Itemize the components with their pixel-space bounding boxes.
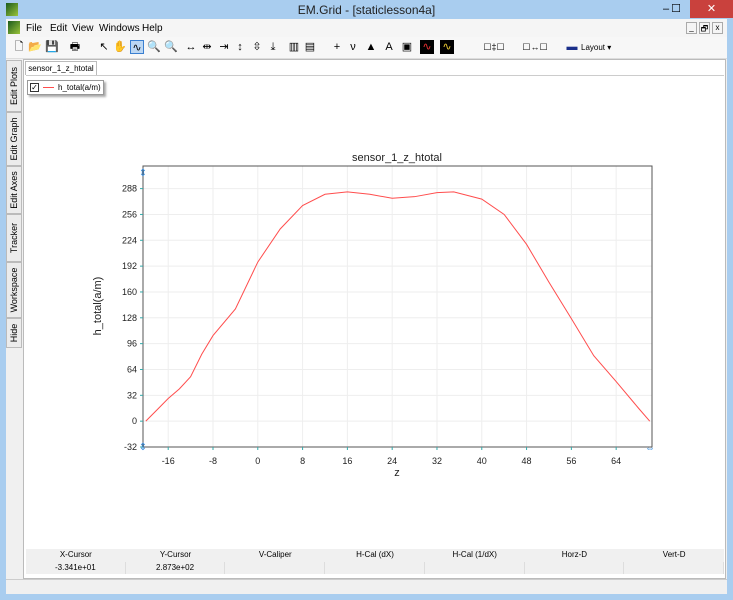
x-tick-label: -8 xyxy=(209,456,217,466)
y-tick-label: 288 xyxy=(122,184,137,194)
y-tick-label: 128 xyxy=(122,313,137,323)
series-line-h-total xyxy=(145,191,651,422)
side-tab-tracker[interactable]: Tracker xyxy=(6,214,22,262)
side-tab-label: Edit Graph xyxy=(9,117,19,161)
cursor-value-cell xyxy=(325,562,425,574)
side-tab-edit-axes[interactable]: Edit Axes xyxy=(6,166,22,214)
column-header: Y-Cursor xyxy=(159,550,192,559)
column-header: H-Cal (dX) xyxy=(356,550,394,559)
cursor-value-cell xyxy=(424,562,525,574)
x-tick-label: -16 xyxy=(162,456,175,466)
x-axis-label: z xyxy=(394,467,400,479)
x-tick-label: 0 xyxy=(255,456,260,466)
x-tick-label: 40 xyxy=(477,456,487,466)
side-tab-label: Hide xyxy=(9,323,19,343)
x-max-handle[interactable]: ⇔ xyxy=(645,443,655,454)
y-tick-label: 160 xyxy=(122,287,137,297)
y-tick-label: -32 xyxy=(124,442,137,452)
side-tab-workspace[interactable]: Workspace xyxy=(6,262,22,318)
side-tab-label: Edit Axes xyxy=(9,171,19,209)
x-tick-label: 32 xyxy=(432,456,442,466)
cursor-value-cell: 2.873e+02 xyxy=(125,562,226,574)
side-tab-hide[interactable]: Hide xyxy=(6,318,22,348)
cursor-value-cell xyxy=(225,562,326,574)
y-min-handle[interactable]: ⇕ xyxy=(139,442,147,453)
y-tick-label: 96 xyxy=(127,339,137,349)
x-tick-label: 16 xyxy=(342,456,352,466)
y-tick-label: 224 xyxy=(122,235,137,245)
side-tab-label: Edit Plots xyxy=(9,66,19,106)
chart: -16 -8 0 8 16 24 32 40 48 56 64 -32 0 32 64 96 128 160 192… xyxy=(92,152,655,479)
y-tick-label: 0 xyxy=(132,416,137,426)
status-bar xyxy=(6,579,727,594)
y-axis-label: h_total(a/m) xyxy=(92,277,104,336)
cursor-value-cell xyxy=(524,562,625,574)
column-header: Horz-D xyxy=(561,550,588,559)
y-max-handle[interactable]: ⇕ xyxy=(139,168,147,179)
chart-title: sensor_1_z_htotal xyxy=(352,152,442,164)
cursor-readout-table: X-Cursor -3.341e+01 Y-Cursor 2.873e+02 V-Cal… xyxy=(26,549,724,574)
x-tick-label: 8 xyxy=(300,456,305,466)
x-tick-label: 56 xyxy=(566,456,576,466)
plot-frame xyxy=(142,165,653,448)
x-tick-label: 24 xyxy=(387,456,397,466)
side-tab-edit-graph[interactable]: Edit Graph xyxy=(6,112,22,166)
column-header: X-Cursor xyxy=(59,550,92,559)
y-tick-label: 64 xyxy=(127,364,137,374)
side-tab-label: Workspace xyxy=(9,267,19,313)
y-tick-label: 256 xyxy=(122,209,137,219)
column-header: V-Caliper xyxy=(258,550,292,559)
side-tab-edit-plots[interactable]: Edit Plots xyxy=(6,60,22,112)
cursor-value-cell: -3.341e+01 xyxy=(26,562,126,574)
cursor-value-cell xyxy=(624,562,724,574)
column-header: Vert-D xyxy=(662,550,686,559)
x-tick-label: 48 xyxy=(522,456,532,466)
x-tick-label: 64 xyxy=(611,456,621,466)
y-tick-label: 32 xyxy=(127,390,137,400)
column-header: H-Cal (1/dX) xyxy=(452,550,497,559)
y-tick-label: 192 xyxy=(122,261,137,271)
side-tab-label: Tracker xyxy=(9,222,19,254)
